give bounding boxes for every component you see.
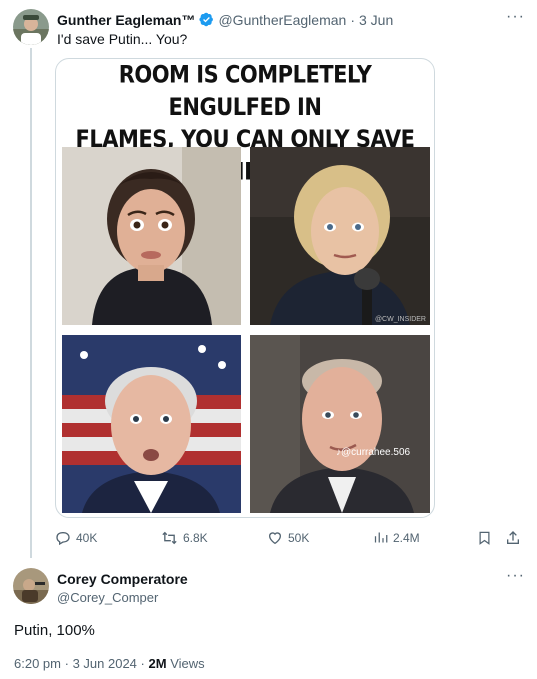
reply-time[interactable]: 6:20 pm <box>14 656 61 671</box>
tweet-header: Gunther Eagleman™ @GuntherEagleman · 3 J… <box>57 12 393 28</box>
views-button[interactable]: 2.4M <box>373 530 420 545</box>
repost-icon <box>161 530 178 546</box>
thread-connector-line <box>30 48 32 558</box>
reply-author-name[interactable]: Corey Comperatore <box>57 571 188 587</box>
author-avatar[interactable] <box>13 9 49 45</box>
reply-views-label: Views <box>170 656 205 671</box>
tiktok-watermark: ♪@currahee.506 <box>336 447 411 458</box>
reply-author-avatar[interactable] <box>13 568 49 604</box>
bookmark-icon <box>477 530 492 546</box>
reply-views-count: 2M <box>148 656 167 671</box>
reply-button[interactable]: 40K <box>55 530 97 546</box>
views-chart-icon <box>373 530 388 545</box>
reply-text: Putin, 100% <box>14 622 95 639</box>
tweet-date[interactable]: 3 Jun <box>359 12 393 28</box>
meta-separator-2: · <box>140 656 145 671</box>
photo-bottom-right: ♪@currahee.506 <box>250 335 430 513</box>
meme-title-line-1: ROOM IS COMPLETELY ENGULFED IN <box>118 60 372 121</box>
header-separator: · <box>350 12 355 28</box>
views-count: 2.4M <box>393 530 420 545</box>
like-count: 50K <box>288 531 310 545</box>
photo-bottom-left <box>62 335 241 513</box>
tweet-text: I'd save Putin... You? <box>57 31 188 47</box>
share-button[interactable] <box>505 530 521 546</box>
corner-watermark: @CW_INSIDER <box>374 316 426 323</box>
reply-date[interactable]: 3 Jun 2024 <box>73 656 137 671</box>
tweet-more-menu-icon[interactable]: ··· <box>506 8 525 26</box>
tweet-media[interactable]: ROOM IS COMPLETELY ENGULFED IN FLAMES, Y… <box>55 58 435 518</box>
author-handle[interactable]: @GuntherEagleman <box>218 12 346 28</box>
verified-badge-icon <box>199 12 214 28</box>
reply-meta: 6:20 pm · 3 Jun 2024 · 2M Views <box>14 656 205 671</box>
author-name[interactable]: Gunther Eagleman™ <box>57 12 195 28</box>
reply-count: 40K <box>76 531 98 545</box>
heart-icon <box>267 530 283 546</box>
share-icon <box>505 530 521 546</box>
like-button[interactable]: 50K <box>267 530 309 546</box>
meta-separator-1: · <box>64 656 69 671</box>
reply-more-menu-icon[interactable]: ··· <box>506 567 525 585</box>
reply-icon <box>55 530 71 546</box>
photo-top-right: @CW_INSIDER <box>250 147 430 325</box>
repost-button[interactable]: 6.8K <box>161 530 208 546</box>
repost-count: 6.8K <box>183 531 208 545</box>
photo-top-left <box>62 147 241 325</box>
tweet-action-bar: 40K 6.8K 50K 2.4M <box>55 530 530 550</box>
reply-author-handle[interactable]: @Corey_Comper <box>57 590 158 605</box>
bookmark-button[interactable] <box>477 530 492 546</box>
